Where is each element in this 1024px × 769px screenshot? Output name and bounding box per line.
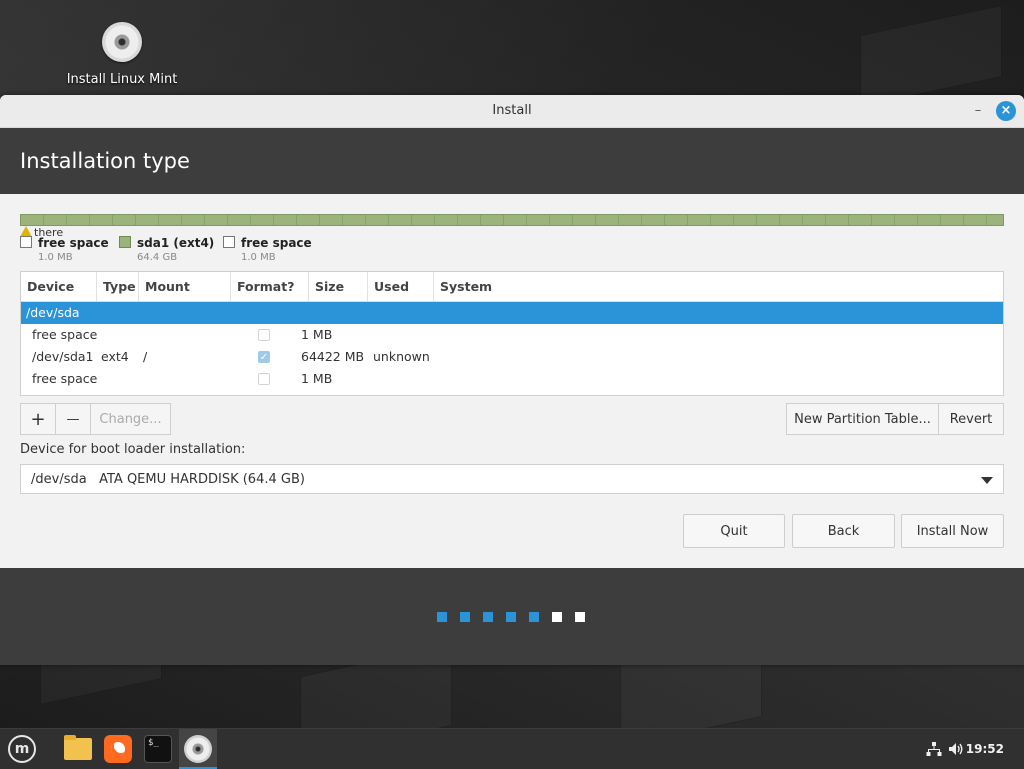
network-icon[interactable] (926, 741, 942, 757)
legend-item-free-space-2: free space 1.0 MB (223, 236, 312, 263)
legend-name: free space (241, 236, 312, 250)
desktop-icon-label: Install Linux Mint (66, 72, 178, 87)
cell-size: 1 MB (301, 371, 333, 386)
column-header-used[interactable]: Used (368, 272, 434, 301)
legend-item-sda1: sda1 (ext4) 64.4 GB (119, 236, 214, 263)
cell-device: /dev/sda1 (32, 349, 94, 364)
plus-icon: + (30, 409, 46, 430)
partition-bar (20, 214, 1004, 226)
install-now-button[interactable]: Install Now (901, 514, 1004, 548)
menu-button[interactable]: m (2, 729, 40, 769)
check-icon: ✓ (259, 352, 269, 363)
table-row[interactable]: free space 1 MB (21, 368, 1003, 390)
close-button[interactable]: × (996, 101, 1016, 121)
progress-step (437, 612, 447, 622)
legend-swatch (223, 236, 235, 248)
progress-step (506, 612, 516, 622)
cell-device: free space (32, 371, 98, 386)
files-icon (64, 735, 92, 760)
cell-device: /dev/sda (26, 305, 80, 320)
partition-legend: there free space 1.0 MB sda1 (ext4) 64.4… (20, 226, 1004, 266)
table-row[interactable]: free space 1 MB (21, 324, 1003, 346)
cell-device: free space (32, 327, 98, 342)
progress-step (575, 612, 585, 622)
legend-size: 1.0 MB (38, 252, 73, 263)
firefox-icon (104, 735, 132, 763)
progress-step (460, 612, 470, 622)
table-row[interactable]: /dev/sda1 ext4 / ✓ 64422 MB unknown (21, 346, 1003, 368)
system-tray: 19:52 (904, 729, 1024, 769)
format-checkbox[interactable] (258, 329, 270, 341)
close-icon: × (1000, 103, 1012, 118)
cell-mount-point: / (143, 349, 148, 364)
legend-size: 1.0 MB (241, 252, 276, 263)
progress-step (552, 612, 562, 622)
installer-icon (184, 735, 212, 763)
column-header-format[interactable]: Format? (231, 272, 309, 301)
desktop-icon-install-linux-mint[interactable]: Install Linux Mint (60, 22, 184, 87)
cell-type: ext4 (101, 349, 129, 364)
add-partition-button[interactable]: + (20, 403, 56, 435)
column-header-type[interactable]: Type (97, 272, 139, 301)
column-header-device[interactable]: Device (21, 272, 97, 301)
disc-icon (102, 22, 142, 62)
cell-size: 1 MB (301, 327, 333, 342)
window-title: Install (492, 103, 532, 118)
new-partition-table-button[interactable]: New Partition Table... (786, 403, 939, 435)
dropdown-arrow-icon (981, 477, 993, 484)
legend-swatch (20, 236, 32, 248)
bootloader-device: /dev/sda (31, 472, 87, 487)
legend-name: free space (38, 236, 109, 250)
cell-used: unknown (373, 349, 430, 364)
minus-icon: — (66, 412, 80, 427)
progress-band (0, 568, 1024, 665)
bootloader-description: ATA QEMU HARDDISK (64.4 GB) (99, 472, 305, 487)
legend-name: sda1 (ext4) (137, 236, 215, 250)
legend-size: 64.4 GB (137, 252, 178, 263)
column-header-mount-point[interactable]: Mount point (139, 272, 231, 323)
terminal-icon: $_ (144, 735, 172, 763)
main-content: there free space 1.0 MB sda1 (ext4) 64.4… (0, 194, 1024, 568)
background-shape (860, 4, 1002, 108)
clock[interactable]: 19:52 (966, 729, 1004, 769)
title-bar[interactable]: Install – × (0, 95, 1024, 128)
format-checkbox[interactable]: ✓ (258, 351, 270, 363)
remove-partition-button[interactable]: — (55, 403, 91, 435)
progress-step (529, 612, 539, 622)
back-button[interactable]: Back (792, 514, 895, 548)
cell-size: 64422 MB (301, 349, 365, 364)
page-title: Installation type (20, 149, 190, 173)
page-header: Installation type (0, 128, 1024, 194)
taskbar: m $_ 19:52 (0, 728, 1024, 769)
volume-icon[interactable] (948, 741, 964, 757)
minimize-button[interactable]: – (968, 95, 988, 127)
partition-table: Device Type Mount point Format? Size Use… (20, 271, 1004, 396)
installer-window: Install – × Installation type there free… (0, 95, 1024, 665)
mint-menu-icon: m (8, 735, 36, 763)
quit-button[interactable]: Quit (683, 514, 785, 548)
table-header: Device Type Mount point Format? Size Use… (21, 272, 1003, 323)
column-header-size[interactable]: Size (309, 272, 368, 301)
change-partition-button[interactable]: Change... (90, 403, 171, 435)
table-row[interactable]: /dev/sda (21, 302, 1003, 324)
legend-swatch (119, 236, 131, 248)
format-checkbox[interactable] (258, 373, 270, 385)
progress-step (483, 612, 493, 622)
bootloader-device-select[interactable]: /dev/sda ATA QEMU HARDDISK (64.4 GB) (20, 464, 1004, 494)
revert-button[interactable]: Revert (938, 403, 1004, 435)
legend-item-free-space-1: free space 1.0 MB (20, 236, 109, 263)
bootloader-label: Device for boot loader installation: (20, 442, 246, 457)
column-header-system[interactable]: System (434, 272, 1003, 301)
